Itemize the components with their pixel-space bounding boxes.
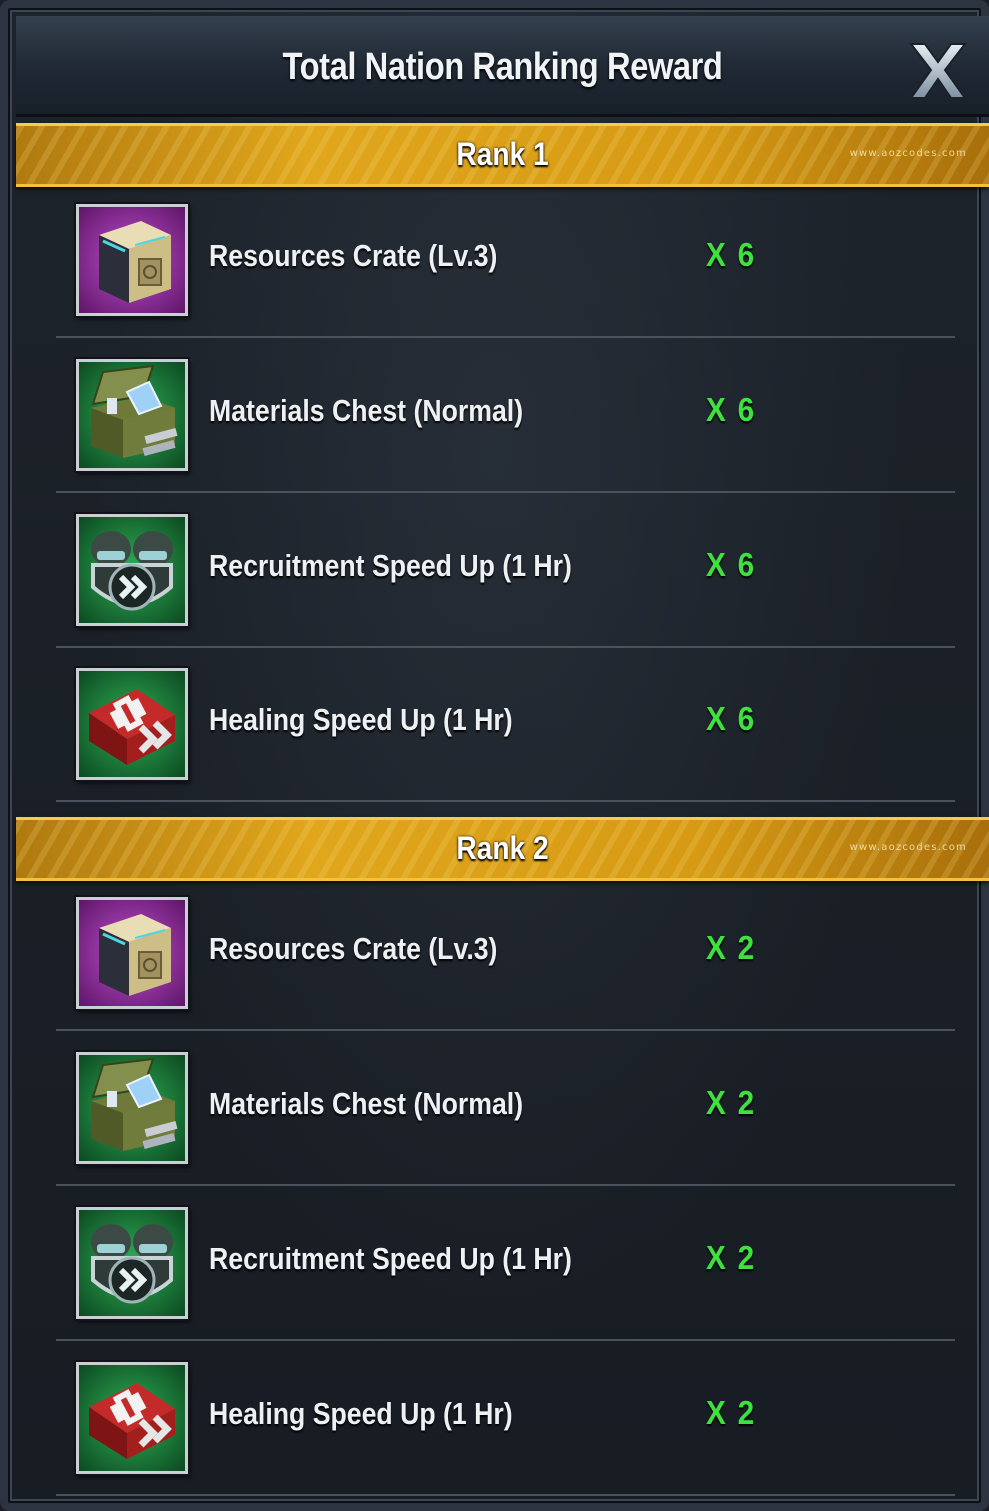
recruitment-speed-up-icon <box>76 514 188 626</box>
reward-quantity: X 2 <box>706 1394 756 1431</box>
reward-quantity: X 2 <box>706 1084 756 1121</box>
watermark: www.aozcodes.com <box>849 148 967 159</box>
resources-crate-icon <box>76 897 188 1009</box>
materials-chest-icon <box>76 359 188 471</box>
reward-row: Materials Chest (Normal) X 2 <box>56 1030 955 1186</box>
reward-dialog: Total Nation Ranking Reward Rank 1 www.a… <box>0 0 989 1511</box>
reward-name: Healing Speed Up (1 Hr) <box>209 1396 513 1431</box>
reward-row: Materials Chest (Normal) X 6 <box>56 337 955 493</box>
reward-name: Materials Chest (Normal) <box>209 393 524 428</box>
reward-name: Recruitment Speed Up (1 Hr) <box>209 548 572 583</box>
rank-2-header: Rank 2 www.aozcodes.com <box>16 817 989 881</box>
watermark: www.aozcodes.com <box>849 842 967 853</box>
materials-chest-icon <box>76 1052 188 1164</box>
healing-speed-up-icon <box>76 1362 188 1474</box>
resources-crate-icon <box>76 204 188 316</box>
reward-quantity: X 6 <box>706 546 756 583</box>
rank-label: Rank 2 <box>456 830 549 866</box>
close-x-icon <box>908 43 968 99</box>
rank-1-header: Rank 1 www.aozcodes.com <box>16 123 989 187</box>
reward-row: Healing Speed Up (1 Hr) X 6 <box>56 646 955 802</box>
reward-row: Healing Speed Up (1 Hr) X 2 <box>56 1340 955 1496</box>
dialog-title: Total Nation Ranking Reward <box>282 46 723 88</box>
healing-speed-up-icon <box>76 668 188 780</box>
reward-row: Resources Crate (Lv.3) X 6 <box>56 182 955 338</box>
reward-quantity: X 6 <box>706 700 756 737</box>
reward-quantity: X 2 <box>706 929 756 966</box>
reward-name: Resources Crate (Lv.3) <box>209 931 498 966</box>
reward-row: Resources Crate (Lv.3) X 2 <box>56 875 955 1031</box>
rank-label: Rank 1 <box>456 136 549 172</box>
recruitment-speed-up-icon <box>76 1207 188 1319</box>
reward-row: Recruitment Speed Up (1 Hr) X 6 <box>56 492 955 648</box>
reward-name: Resources Crate (Lv.3) <box>209 238 498 273</box>
close-button[interactable] <box>903 36 973 106</box>
reward-row: Recruitment Speed Up (1 Hr) X 2 <box>56 1185 955 1341</box>
dialog-header: Total Nation Ranking Reward <box>16 16 989 117</box>
reward-quantity: X 2 <box>706 1239 756 1276</box>
reward-name: Recruitment Speed Up (1 Hr) <box>209 1241 572 1276</box>
reward-quantity: X 6 <box>706 391 756 428</box>
reward-name: Materials Chest (Normal) <box>209 1086 524 1121</box>
reward-name: Healing Speed Up (1 Hr) <box>209 702 513 737</box>
reward-quantity: X 6 <box>706 236 756 273</box>
